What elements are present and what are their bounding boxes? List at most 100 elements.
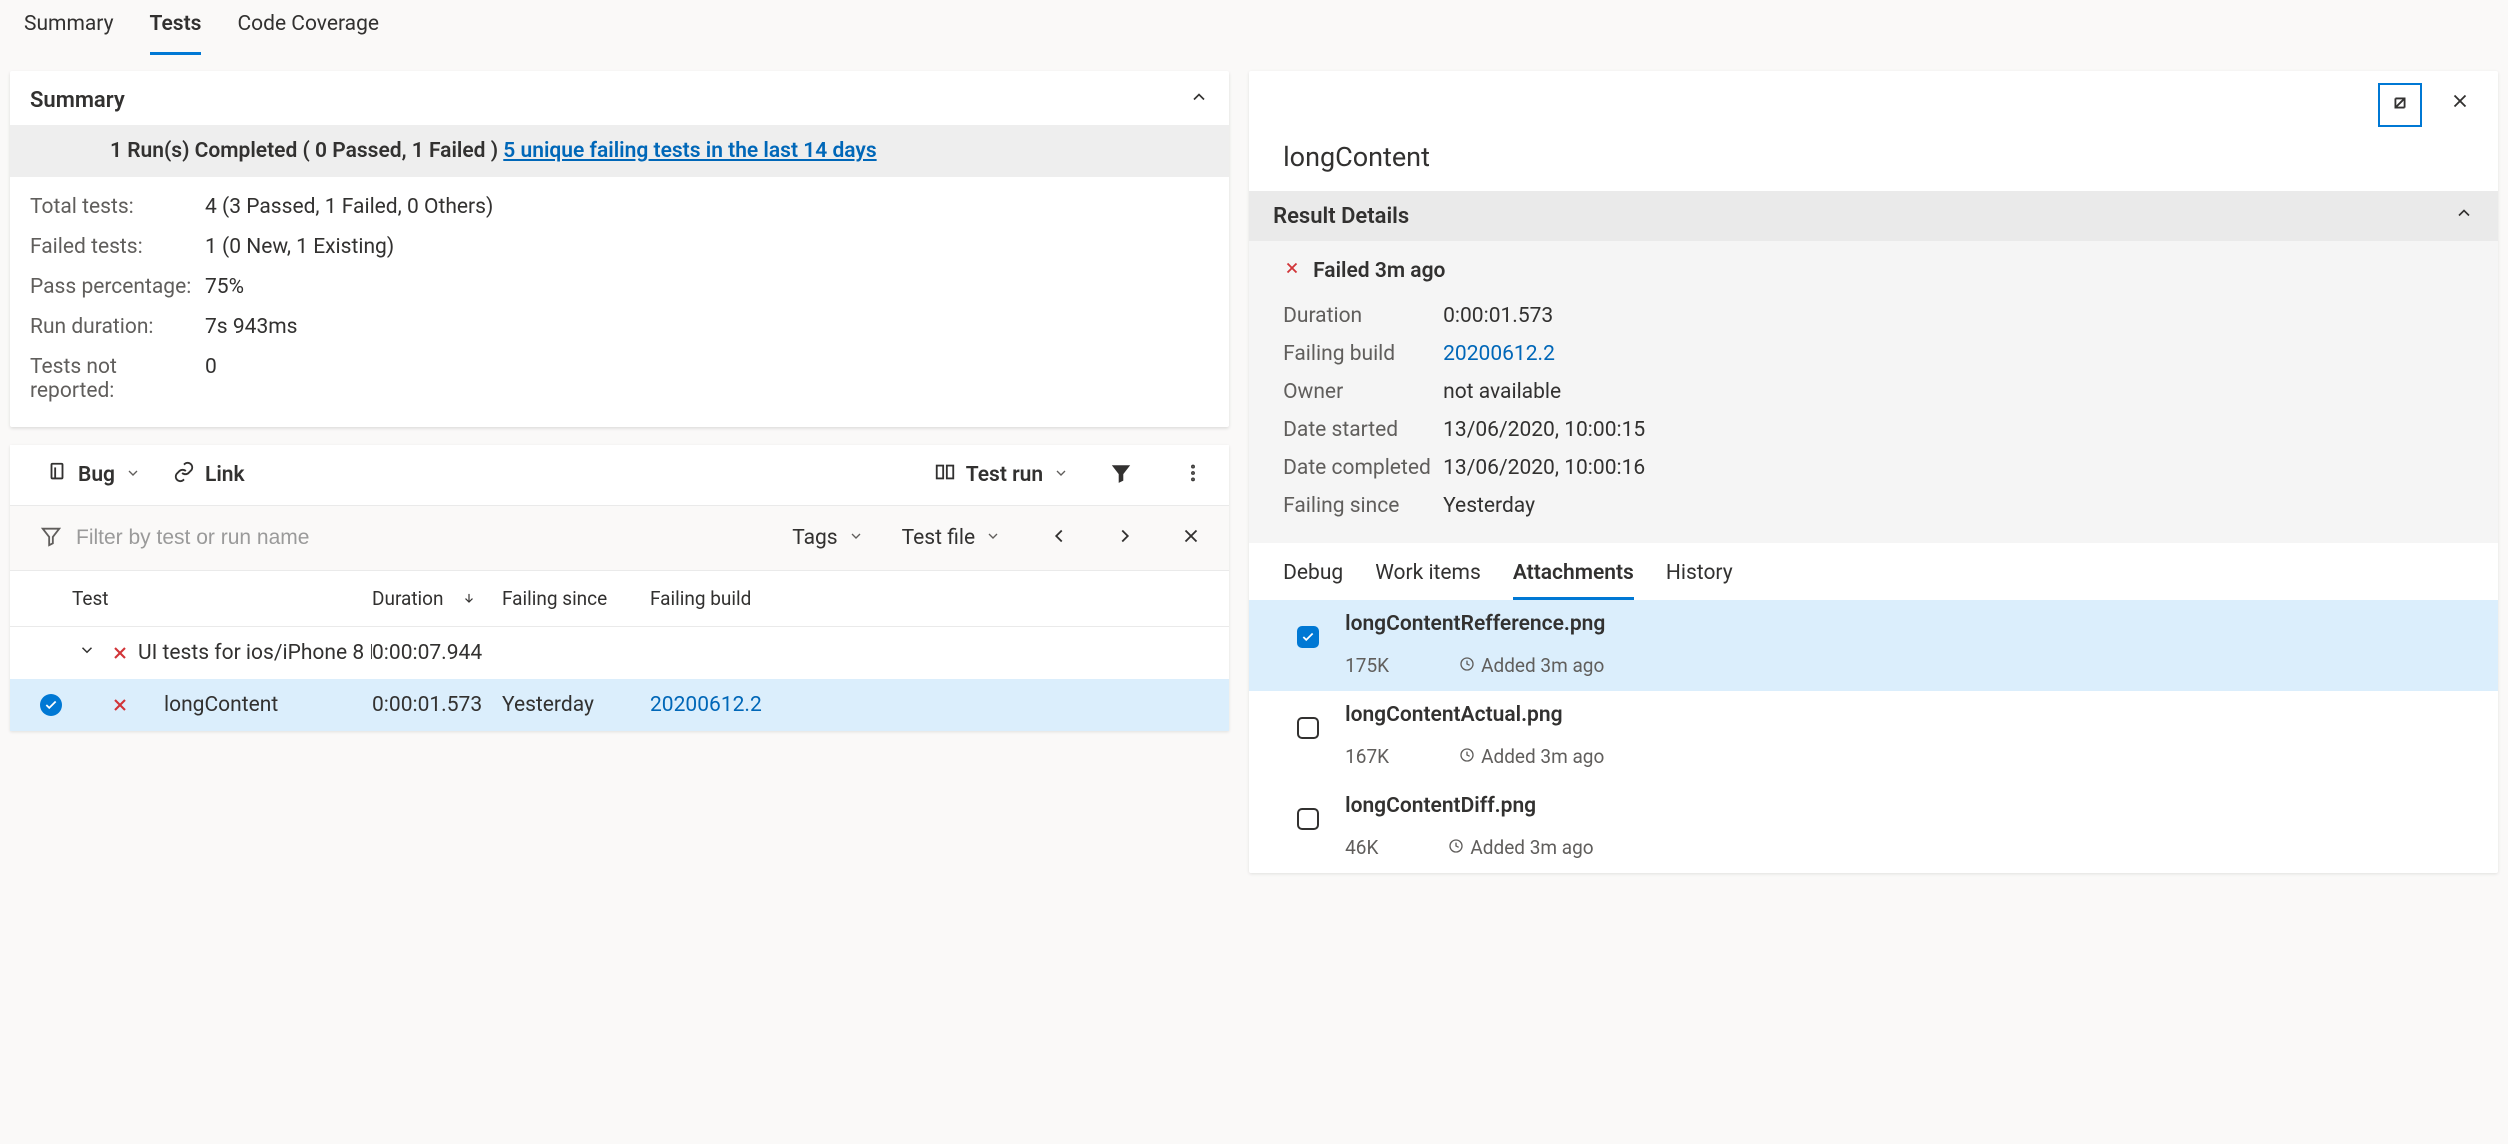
subtab-history[interactable]: History	[1666, 553, 1733, 600]
selected-indicator-icon[interactable]	[40, 694, 62, 716]
expand-toggle[interactable]	[72, 641, 102, 665]
test-duration: 0:00:01.573	[372, 693, 502, 717]
attachment-added: Added 3m ago	[1481, 745, 1604, 768]
tab-summary[interactable]: Summary	[24, 12, 114, 55]
attachment-size: 46K	[1345, 836, 1378, 859]
kv-completed-value: 13/06/2020, 10:00:16	[1443, 456, 1645, 480]
testfile-filter[interactable]: Test file	[890, 520, 1013, 556]
subtab-work-items[interactable]: Work items	[1375, 553, 1481, 600]
clock-icon	[1459, 654, 1475, 677]
close-icon	[2449, 90, 2471, 117]
test-group-row[interactable]: UI tests for ios/iPhone 8 Plus 0:00:07.9…	[10, 627, 1229, 679]
attachment-row[interactable]: longContentActual.png 167K Added 3m ago	[1249, 691, 2498, 782]
summary-title: Summary	[30, 88, 125, 113]
fail-icon	[102, 695, 138, 715]
chevron-down-icon	[848, 526, 864, 550]
result-details-title: Result Details	[1273, 204, 1409, 229]
clear-filter-button[interactable]	[1171, 518, 1211, 558]
column-options-icon	[934, 461, 956, 489]
kv-started-value: 13/06/2020, 10:00:15	[1443, 418, 1645, 442]
testfile-label: Test file	[902, 526, 975, 550]
kv-completed-label: Date completed	[1283, 456, 1443, 480]
clock-icon	[1448, 836, 1464, 859]
header-test[interactable]: Test	[72, 587, 372, 610]
testrun-dropdown[interactable]: Test run	[934, 461, 1069, 489]
chevron-down-icon	[125, 463, 141, 487]
test-failing-build[interactable]: 20200612.2	[650, 693, 770, 717]
attachment-name: longContentActual.png	[1345, 703, 1604, 727]
summary-card: Summary 1 Run(s) Completed ( 0 Passed, 1…	[10, 71, 1229, 427]
filter-icon	[40, 525, 62, 552]
clock-icon	[1459, 745, 1475, 768]
status-text: Failed 3m ago	[1313, 259, 1445, 283]
test-failing-since: Yesterday	[502, 693, 650, 717]
subtab-debug[interactable]: Debug	[1283, 553, 1343, 600]
table-header: Test Duration Failing since Failing buil…	[10, 571, 1229, 627]
chevron-down-icon	[78, 641, 96, 665]
chevron-right-icon	[1114, 525, 1136, 552]
tags-filter[interactable]: Tags	[780, 520, 875, 556]
kebab-icon	[1182, 462, 1204, 489]
kv-started-label: Date started	[1283, 418, 1443, 442]
pass-percentage-label: Pass percentage:	[30, 275, 205, 299]
link-button[interactable]: Link	[173, 461, 245, 489]
prev-button[interactable]	[1039, 518, 1079, 558]
more-options-button[interactable]	[1173, 455, 1213, 495]
kv-failbuild-label: Failing build	[1283, 342, 1443, 366]
failed-tests-value: 1 (0 New, 1 Existing)	[205, 235, 394, 259]
test-name: longContent	[138, 693, 372, 717]
tab-code-coverage[interactable]: Code Coverage	[237, 12, 379, 55]
filter-toggle-button[interactable]	[1101, 455, 1141, 495]
next-button[interactable]	[1105, 518, 1145, 558]
total-tests-value: 4 (3 Passed, 1 Failed, 0 Others)	[205, 195, 493, 219]
tab-tests[interactable]: Tests	[150, 12, 202, 55]
group-name: UI tests for ios/iPhone 8 Plus	[138, 641, 372, 665]
attachment-checkbox[interactable]	[1297, 626, 1319, 648]
funnel-icon	[1110, 462, 1132, 489]
chevron-up-icon[interactable]	[2454, 203, 2474, 229]
kv-since-value: Yesterday	[1443, 494, 1535, 518]
panel-title: longContent	[1249, 131, 2498, 191]
attachment-name: longContentDiff.png	[1345, 794, 1594, 818]
bug-button[interactable]: Bug	[46, 461, 141, 489]
chevron-up-icon[interactable]	[1189, 87, 1209, 113]
close-icon	[1180, 525, 1202, 552]
attachment-added: Added 3m ago	[1481, 654, 1604, 677]
test-row[interactable]: longContent 0:00:01.573 Yesterday 202006…	[10, 679, 1229, 731]
kv-failbuild-link[interactable]: 20200612.2	[1443, 342, 1555, 366]
sort-arrow-icon[interactable]	[462, 587, 476, 610]
header-failing-since[interactable]: Failing since	[502, 587, 650, 610]
kv-duration-value: 0:00:01.573	[1443, 304, 1553, 328]
chevron-left-icon	[1048, 525, 1070, 552]
not-reported-label: Tests not reported:	[30, 355, 205, 403]
tags-label: Tags	[792, 526, 837, 550]
attachment-checkbox[interactable]	[1297, 717, 1319, 739]
not-reported-value: 0	[205, 355, 217, 403]
run-duration-label: Run duration:	[30, 315, 205, 339]
attachment-row[interactable]: longContentDiff.png 46K Added 3m ago	[1249, 782, 2498, 873]
run-completion-line: 1 Run(s) Completed ( 0 Passed, 1 Failed …	[10, 125, 1229, 177]
attachments-list: longContentRefference.png 175K Added 3m …	[1249, 600, 2498, 873]
fail-icon	[1283, 259, 1301, 283]
header-failing-build[interactable]: Failing build	[650, 587, 770, 610]
pass-percentage-value: 75%	[205, 275, 244, 299]
bug-label: Bug	[78, 463, 115, 487]
close-panel-button[interactable]	[2440, 83, 2480, 123]
group-duration: 0:00:07.944	[372, 641, 502, 665]
expand-panel-button[interactable]	[2378, 83, 2422, 127]
attachment-row[interactable]: longContentRefference.png 175K Added 3m …	[1249, 600, 2498, 691]
subtab-attachments[interactable]: Attachments	[1513, 553, 1634, 600]
kv-duration-label: Duration	[1283, 304, 1443, 328]
attachment-size: 167K	[1345, 745, 1389, 768]
run-completion-text: 1 Run(s) Completed ( 0 Passed, 1 Failed …	[110, 139, 503, 163]
attachment-name: longContentRefference.png	[1345, 612, 1605, 636]
failing-tests-link[interactable]: 5 unique failing tests in the last 14 da…	[503, 139, 876, 163]
link-label: Link	[205, 463, 245, 487]
attachment-checkbox[interactable]	[1297, 808, 1319, 830]
kv-owner-label: Owner	[1283, 380, 1443, 404]
chevron-down-icon	[985, 526, 1001, 550]
detail-subtabs: Debug Work items Attachments History	[1249, 543, 2498, 600]
top-tabs: Summary Tests Code Coverage	[0, 0, 2508, 55]
header-duration[interactable]: Duration	[372, 587, 444, 610]
filter-input[interactable]	[76, 526, 386, 550]
